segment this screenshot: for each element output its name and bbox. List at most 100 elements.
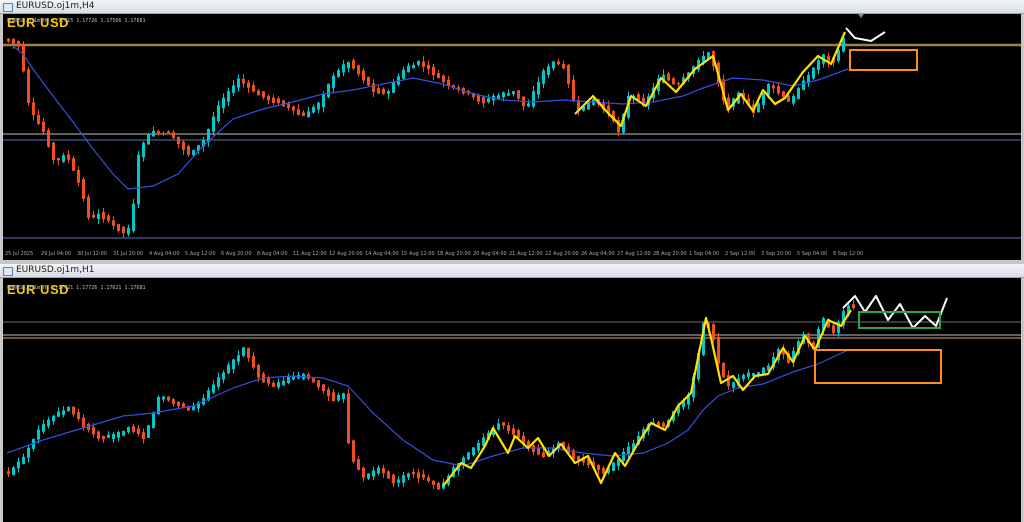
- bear-candle: [37, 114, 40, 124]
- bear-candle: [777, 86, 780, 94]
- bear-candle: [82, 417, 85, 427]
- time-tick-label: 29 Jul 04:00: [41, 251, 71, 257]
- bear-candle: [272, 382, 275, 387]
- bear-candle: [7, 38, 10, 42]
- bull-candle: [42, 423, 45, 432]
- bull-candle: [12, 467, 15, 476]
- bull-candle: [67, 406, 70, 412]
- bear-candle: [412, 471, 415, 475]
- bear-candle: [782, 91, 785, 97]
- bear-candle: [162, 132, 165, 135]
- bear-candle: [557, 61, 560, 65]
- chart-window-icon: [3, 267, 13, 276]
- bull-candle: [797, 88, 800, 99]
- bull-candle: [242, 347, 245, 357]
- bull-candle: [497, 423, 500, 430]
- bear-candle: [517, 430, 520, 438]
- bull-candle: [802, 80, 805, 91]
- time-tick-label: 3 Sep 20:00: [761, 251, 792, 257]
- time-tick-label: 25 Jul 2025: [5, 251, 34, 257]
- bear-candle: [122, 226, 125, 234]
- zigzag-wave-line: [442, 309, 852, 487]
- bull-candle: [467, 452, 470, 460]
- bull-candle: [327, 83, 330, 98]
- time-tick-label: 27 Aug 12:00: [617, 251, 651, 257]
- bear-candle: [12, 38, 15, 45]
- bear-candle: [112, 220, 115, 226]
- bear-candle: [597, 465, 600, 471]
- bear-candle: [167, 396, 170, 401]
- bull-candle: [127, 426, 130, 433]
- chart-canvas[interactable]: [3, 14, 1021, 260]
- bull-candle: [47, 419, 50, 427]
- bear-candle: [142, 432, 145, 440]
- bear-candle: [132, 426, 135, 433]
- bull-candle: [217, 377, 220, 387]
- bull-candle: [402, 69, 405, 79]
- bull-candle: [622, 451, 625, 461]
- bull-candle: [817, 60, 820, 71]
- ohlc-readout: EURUSD.oj1m,H4 1.17615 1.17726 1.17566 1…: [7, 18, 146, 24]
- bear-candle: [257, 364, 260, 378]
- bull-candle: [527, 103, 530, 107]
- time-tick-label: 18 Aug 20:00: [437, 251, 471, 257]
- bull-candle: [317, 102, 320, 110]
- bull-candle: [472, 447, 475, 456]
- window-titlebar[interactable]: EURUSD.oj1m,H4: [0, 0, 1024, 14]
- bull-candle: [497, 95, 500, 99]
- bear-candle: [22, 43, 25, 72]
- time-tick-label: 8 Sep 12:00: [833, 251, 864, 257]
- bear-candle: [677, 83, 680, 85]
- bear-candle: [252, 355, 255, 368]
- window-titlebar[interactable]: EURUSD.oj1m,H1: [0, 264, 1024, 278]
- bull-candle: [477, 443, 480, 451]
- bear-candle: [87, 196, 90, 218]
- bear-candle: [77, 170, 80, 183]
- bull-candle: [282, 380, 285, 386]
- bull-candle: [22, 456, 25, 465]
- bear-candle: [282, 100, 285, 107]
- bear-candle: [102, 436, 105, 440]
- price-chart-h4[interactable]: EUR USD EURUSD.oj1m,H4 1.17615 1.17726 1…: [3, 14, 1021, 260]
- ohlc-readout: EURUSD.oj1m,H1 1.17621 1.17726 1.17621 1…: [7, 285, 146, 291]
- bull-candle: [342, 393, 345, 399]
- bear-candle: [332, 392, 335, 402]
- time-tick-label: 14 Aug 04:00: [365, 251, 399, 257]
- bear-candle: [52, 142, 55, 160]
- time-tick-label: 5 Sep 04:00: [797, 251, 828, 257]
- bear-candle: [432, 66, 435, 76]
- bull-candle: [17, 461, 20, 469]
- bear-candle: [417, 472, 420, 479]
- bear-candle: [572, 79, 575, 102]
- bear-candle: [602, 467, 605, 474]
- bear-candle: [512, 428, 515, 435]
- bull-candle: [547, 66, 550, 75]
- bear-candle: [362, 70, 365, 81]
- time-axis: [3, 512, 1021, 522]
- bear-candle: [347, 393, 350, 444]
- bear-candle: [717, 336, 720, 364]
- bull-candle: [512, 91, 515, 95]
- bull-candle: [552, 61, 555, 69]
- bull-candle: [127, 227, 130, 235]
- bear-candle: [322, 384, 325, 392]
- price-chart-h1[interactable]: EUR USD EURUSD.oj1m,H1 1.17621 1.17726 1…: [3, 278, 1021, 522]
- bear-candle: [97, 431, 100, 439]
- bear-candle: [517, 90, 520, 99]
- bull-candle: [322, 93, 325, 108]
- target-zone-box: [814, 349, 942, 384]
- chart-canvas[interactable]: [3, 278, 1021, 522]
- bull-candle: [742, 374, 745, 380]
- bear-candle: [327, 389, 330, 397]
- bear-candle: [137, 428, 140, 435]
- bull-candle: [147, 133, 150, 145]
- bull-candle: [222, 97, 225, 109]
- bull-candle: [412, 64, 415, 69]
- bear-candle: [72, 406, 75, 415]
- bear-candle: [167, 131, 170, 135]
- bull-candle: [112, 434, 115, 440]
- bear-candle: [482, 97, 485, 104]
- bull-candle: [612, 462, 615, 471]
- moving-average-line: [6, 349, 849, 467]
- bear-candle: [542, 452, 545, 458]
